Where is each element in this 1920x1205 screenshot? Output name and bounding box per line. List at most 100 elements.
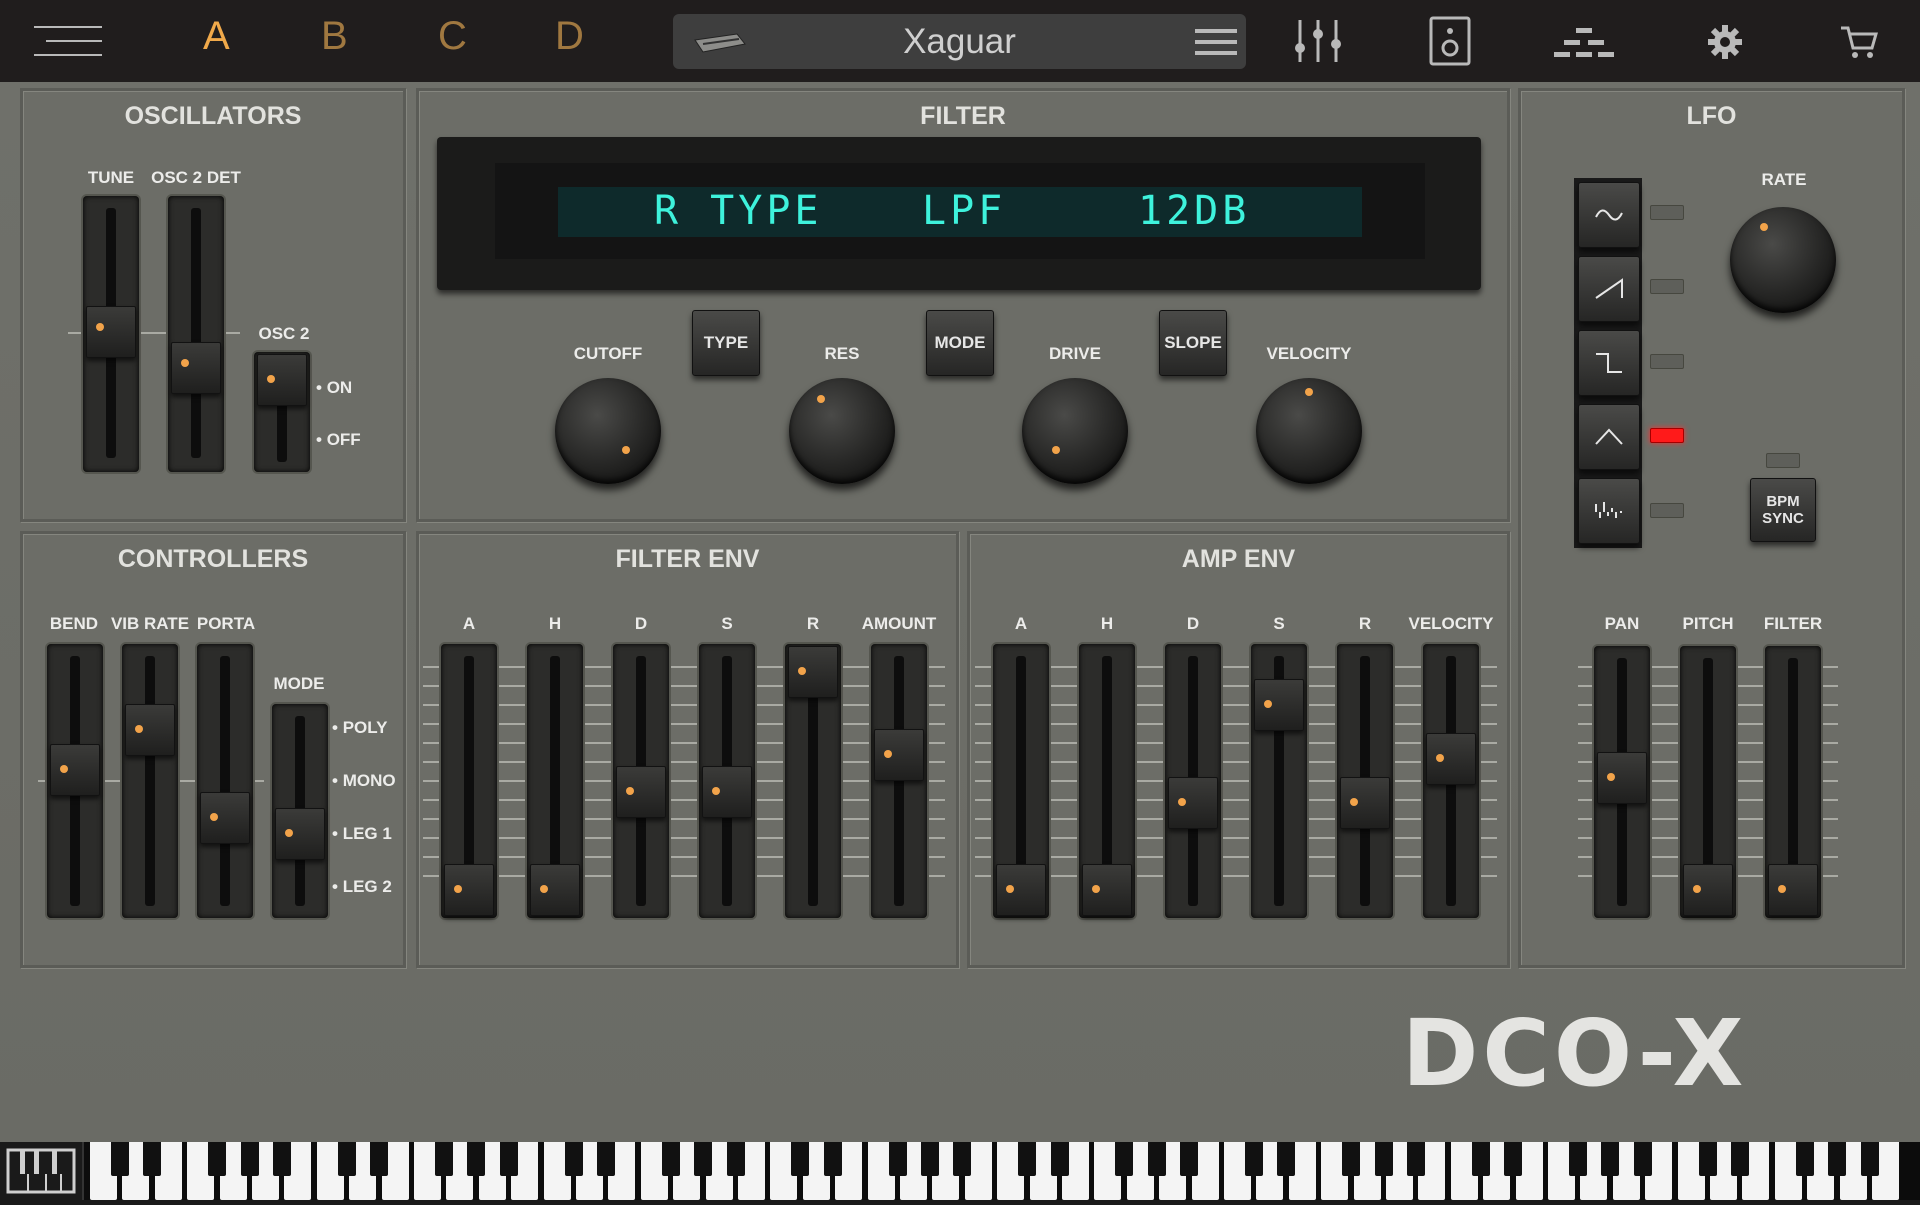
amp-env-slider-handle[interactable] [1340, 776, 1390, 829]
amp-env-slider-handle[interactable] [996, 864, 1046, 916]
filter-env-slider-r[interactable] [785, 644, 841, 918]
tune-slider[interactable] [83, 196, 139, 472]
porta-handle[interactable] [200, 792, 250, 844]
preset-selector[interactable]: Xaguar [673, 14, 1246, 69]
filter-env-slider-handle[interactable] [788, 646, 838, 698]
black-key[interactable] [1406, 1142, 1425, 1176]
square-wave-button[interactable] [1578, 330, 1640, 396]
tab-b[interactable]: B [321, 14, 348, 59]
black-key[interactable] [694, 1142, 713, 1176]
list-menu-icon[interactable] [1195, 27, 1237, 62]
hamburger-menu-icon[interactable] [34, 24, 102, 58]
osc2-on-option[interactable]: • ON [316, 378, 352, 398]
black-key[interactable] [1244, 1142, 1263, 1176]
triangle-wave-button[interactable] [1578, 404, 1640, 470]
lfo-pitch-handle[interactable] [1683, 864, 1733, 916]
filter-env-slider-amount[interactable] [871, 644, 927, 918]
tab-d[interactable]: D [555, 14, 584, 59]
filter-mode-button[interactable]: MODE [926, 310, 994, 376]
bend-slider[interactable] [47, 644, 103, 918]
black-key[interactable] [1374, 1142, 1393, 1176]
bpm-sync-button[interactable]: BPM SYNC [1750, 478, 1816, 542]
amp-env-slider-handle[interactable] [1254, 678, 1304, 731]
black-key[interactable] [1828, 1142, 1847, 1176]
vib-rate-handle[interactable] [125, 704, 175, 756]
voice-mode-switch[interactable] [272, 704, 328, 918]
cart-icon[interactable] [1840, 24, 1878, 65]
black-key[interactable] [1730, 1142, 1749, 1176]
black-key[interactable] [1147, 1142, 1166, 1176]
black-key[interactable] [467, 1142, 486, 1176]
filter-slope-button[interactable]: SLOPE [1159, 310, 1227, 376]
velocity-knob[interactable] [1256, 378, 1362, 484]
filter-env-slider-handle[interactable] [874, 728, 924, 781]
mode-leg2-option[interactable]: • LEG 2 [332, 877, 392, 897]
black-key[interactable] [953, 1142, 972, 1176]
amp-env-slider-h[interactable] [1079, 644, 1135, 918]
filter-env-slider-s[interactable] [699, 644, 755, 918]
black-key[interactable] [888, 1142, 907, 1176]
voice-mode-handle[interactable] [275, 808, 325, 860]
black-key[interactable] [564, 1142, 583, 1176]
sine-wave-button[interactable] [1578, 182, 1640, 248]
tab-c[interactable]: C [438, 14, 467, 59]
porta-slider[interactable] [197, 644, 253, 918]
black-key[interactable] [337, 1142, 356, 1176]
black-key[interactable] [1698, 1142, 1717, 1176]
lfo-pitch-slider[interactable] [1680, 646, 1736, 918]
osc2-switch[interactable] [254, 352, 310, 472]
black-key[interactable] [726, 1142, 745, 1176]
black-key[interactable] [434, 1142, 453, 1176]
osc2-switch-handle[interactable] [257, 354, 307, 406]
black-key[interactable] [1115, 1142, 1134, 1176]
black-key[interactable] [110, 1142, 129, 1176]
filter-env-slider-d[interactable] [613, 644, 669, 918]
black-key[interactable] [1277, 1142, 1296, 1176]
black-key[interactable] [143, 1142, 162, 1176]
filter-env-slider-h[interactable] [527, 644, 583, 918]
black-key[interactable] [1050, 1142, 1069, 1176]
lfo-pan-slider[interactable] [1594, 646, 1650, 918]
black-key[interactable] [920, 1142, 939, 1176]
res-knob[interactable] [789, 378, 895, 484]
tune-slider-handle[interactable] [86, 306, 136, 358]
black-key[interactable] [1568, 1142, 1587, 1176]
black-key[interactable] [272, 1142, 291, 1176]
gear-icon[interactable] [1708, 25, 1742, 64]
black-key[interactable] [1018, 1142, 1037, 1176]
black-key[interactable] [240, 1142, 259, 1176]
amp-env-slider-handle[interactable] [1082, 864, 1132, 916]
filter-env-slider-handle[interactable] [616, 765, 666, 818]
black-key[interactable] [1795, 1142, 1814, 1176]
black-key[interactable] [370, 1142, 389, 1176]
keyboard-toggle-button[interactable] [0, 1142, 84, 1200]
black-key[interactable] [661, 1142, 680, 1176]
piano-keyboard[interactable] [0, 1142, 1920, 1200]
black-key[interactable] [499, 1142, 518, 1176]
black-key[interactable] [1504, 1142, 1523, 1176]
filter-env-slider-handle[interactable] [530, 864, 580, 916]
filter-env-slider-a[interactable] [441, 644, 497, 918]
amp-env-slider-a[interactable] [993, 644, 1049, 918]
mode-leg1-option[interactable]: • LEG 1 [332, 824, 392, 844]
black-key[interactable] [1601, 1142, 1620, 1176]
lfo-pan-handle[interactable] [1597, 752, 1647, 804]
filter-type-button[interactable]: TYPE [692, 310, 760, 376]
amp-env-slider-handle[interactable] [1426, 733, 1476, 786]
black-key[interactable] [823, 1142, 842, 1176]
filter-env-slider-handle[interactable] [444, 864, 494, 916]
cutoff-knob[interactable] [555, 378, 661, 484]
black-key[interactable] [208, 1142, 227, 1176]
osc2-off-option[interactable]: • OFF [316, 430, 361, 450]
filter-env-slider-handle[interactable] [702, 765, 752, 818]
black-key[interactable] [1471, 1142, 1490, 1176]
tab-a[interactable]: A [203, 14, 230, 59]
mode-poly-option[interactable]: • POLY [332, 718, 387, 738]
amp-env-slider-handle[interactable] [1168, 776, 1218, 829]
osc2-detune-slider-handle[interactable] [171, 342, 221, 394]
black-key[interactable] [1633, 1142, 1652, 1176]
amp-env-slider-d[interactable] [1165, 644, 1221, 918]
sequencer-icon[interactable] [1554, 28, 1616, 63]
mode-mono-option[interactable]: • MONO [332, 771, 396, 791]
black-key[interactable] [596, 1142, 615, 1176]
